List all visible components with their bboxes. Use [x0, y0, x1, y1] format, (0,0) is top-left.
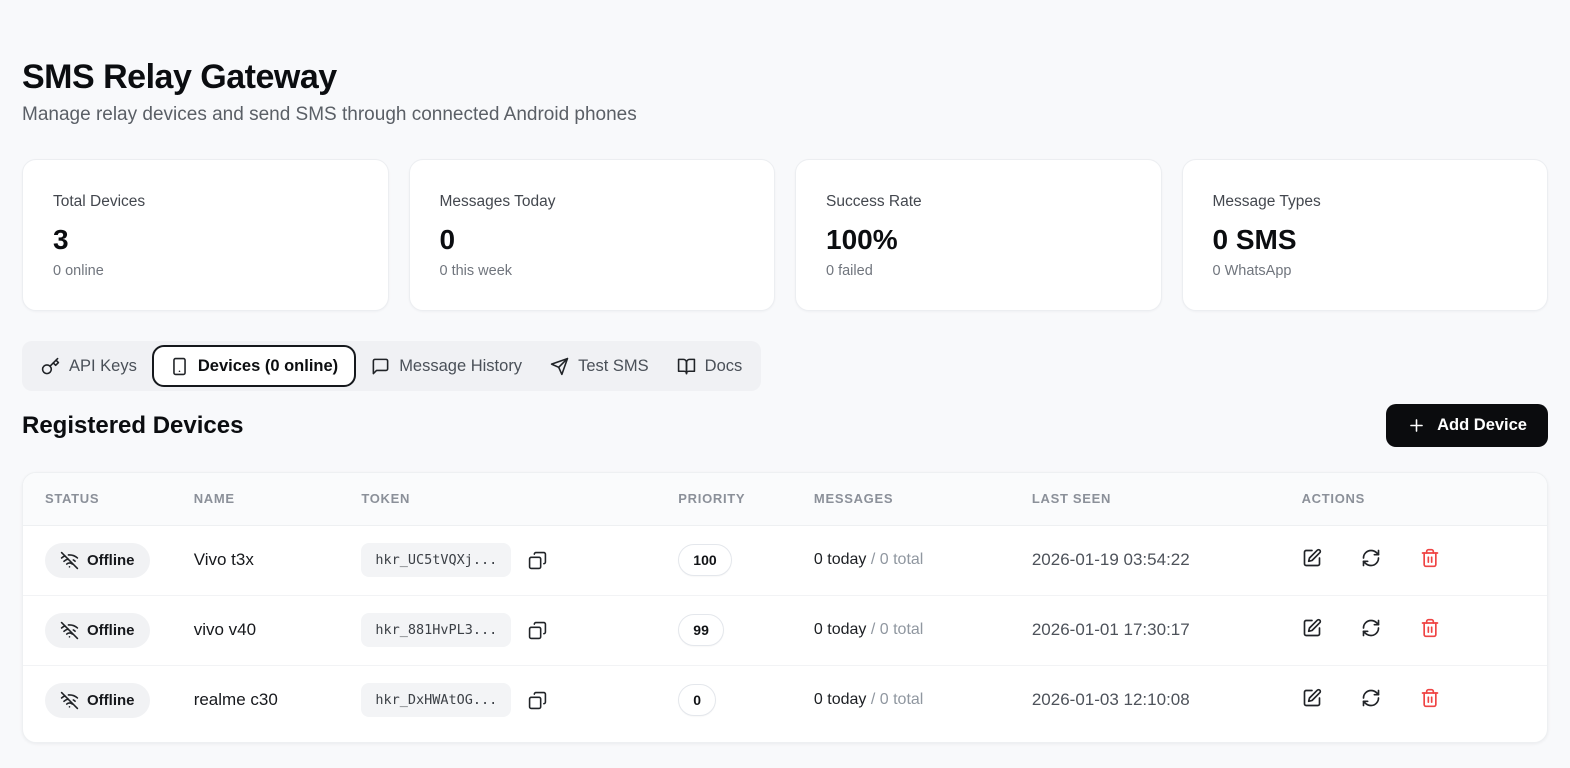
column-header-token: TOKEN	[361, 473, 678, 525]
stat-sub: 0 WhatsApp	[1213, 263, 1518, 279]
column-header-actions: ACTIONS	[1302, 473, 1547, 525]
copy-token-button[interactable]	[528, 691, 547, 710]
add-device-button[interactable]: Add Device	[1386, 404, 1548, 447]
status-badge: Offline	[45, 683, 150, 718]
key-icon	[41, 357, 60, 376]
tab-devices[interactable]: Devices (0 online)	[152, 345, 356, 387]
stats-row: Total Devices 3 0 online Messages Today …	[22, 159, 1548, 311]
token-value: hkr_UC5tVQXj...	[361, 543, 511, 577]
priority-badge: 99	[678, 614, 724, 646]
smartphone-icon	[170, 357, 189, 376]
stat-label: Success Rate	[826, 193, 1131, 211]
stat-value: 3	[53, 224, 358, 256]
stat-card-messages-today: Messages Today 0 0 this week	[409, 159, 776, 311]
tab-label: Test SMS	[578, 357, 649, 376]
stat-sub: 0 online	[53, 263, 358, 279]
edit-device-button[interactable]	[1302, 548, 1322, 568]
edit-device-button[interactable]	[1302, 688, 1322, 708]
messages-total: / 0 total	[871, 621, 923, 638]
stat-label: Total Devices	[53, 193, 358, 211]
column-header-last-seen: LAST SEEN	[1032, 473, 1302, 525]
wifi-off-icon	[60, 551, 79, 570]
stat-value: 0 SMS	[1213, 224, 1518, 256]
table-header-row: STATUS NAME TOKEN PRIORITY MESSAGES LAST…	[23, 473, 1547, 525]
last-seen: 2026-01-19 03:54:22	[1032, 550, 1190, 569]
page: SMS Relay Gateway Manage relay devices a…	[0, 0, 1570, 743]
delete-device-button[interactable]	[1420, 548, 1440, 568]
devices-section-header: Registered Devices Add Device	[22, 404, 1548, 447]
copy-token-button[interactable]	[528, 621, 547, 640]
copy-token-button[interactable]	[528, 551, 547, 570]
section-title: Registered Devices	[22, 412, 243, 440]
edit-device-button[interactable]	[1302, 618, 1322, 638]
stat-value: 100%	[826, 224, 1131, 256]
stat-card-success-rate: Success Rate 100% 0 failed	[795, 159, 1162, 311]
page-title: SMS Relay Gateway	[22, 58, 1548, 97]
status-label: Offline	[87, 552, 135, 569]
priority-badge: 100	[678, 544, 731, 576]
tab-api-keys[interactable]: API Keys	[28, 345, 150, 387]
messages-today: 0 today	[814, 621, 866, 638]
add-device-label: Add Device	[1437, 416, 1527, 435]
refresh-token-button[interactable]	[1361, 548, 1381, 568]
device-name: vivo v40	[194, 620, 256, 639]
send-icon	[550, 357, 569, 376]
tab-label: Devices (0 online)	[198, 357, 338, 376]
status-label: Offline	[87, 692, 135, 709]
token-value: hkr_881HvPL3...	[361, 613, 511, 647]
column-header-priority: PRIORITY	[678, 473, 814, 525]
status-badge: Offline	[45, 613, 150, 648]
chat-icon	[371, 357, 390, 376]
messages-total: / 0 total	[871, 691, 923, 708]
devices-table-card: STATUS NAME TOKEN PRIORITY MESSAGES LAST…	[22, 472, 1548, 743]
messages-today: 0 today	[814, 691, 866, 708]
refresh-token-button[interactable]	[1361, 688, 1381, 708]
tab-label: Message History	[399, 357, 522, 376]
tab-test-sms[interactable]: Test SMS	[537, 345, 662, 387]
page-subtitle: Manage relay devices and send SMS throug…	[22, 104, 1548, 126]
book-icon	[677, 357, 696, 376]
tab-label: Docs	[705, 357, 743, 376]
tab-docs[interactable]: Docs	[664, 345, 756, 387]
stat-card-total-devices: Total Devices 3 0 online	[22, 159, 389, 311]
device-name: Vivo t3x	[194, 550, 254, 569]
wifi-off-icon	[60, 621, 79, 640]
last-seen: 2026-01-03 12:10:08	[1032, 690, 1190, 709]
plus-icon	[1407, 416, 1426, 435]
priority-badge: 0	[678, 684, 716, 716]
table-row: Offline Vivo t3x hkr_UC5tVQXj... 100 0 t…	[23, 525, 1547, 595]
status-badge: Offline	[45, 543, 150, 578]
stat-card-message-types: Message Types 0 SMS 0 WhatsApp	[1182, 159, 1549, 311]
tab-bar: API Keys Devices (0 online) Message Hist…	[22, 341, 761, 391]
wifi-off-icon	[60, 691, 79, 710]
table-row: Offline vivo v40 hkr_881HvPL3... 99 0 to…	[23, 595, 1547, 665]
devices-table: STATUS NAME TOKEN PRIORITY MESSAGES LAST…	[23, 473, 1547, 735]
last-seen: 2026-01-01 17:30:17	[1032, 620, 1190, 639]
column-header-status: STATUS	[23, 473, 194, 525]
column-header-name: NAME	[194, 473, 362, 525]
refresh-token-button[interactable]	[1361, 618, 1381, 638]
stat-label: Message Types	[1213, 193, 1518, 211]
table-row: Offline realme c30 hkr_DxHWAtOG... 0 0 t…	[23, 665, 1547, 735]
device-table-body: Offline Vivo t3x hkr_UC5tVQXj... 100 0 t…	[23, 525, 1547, 735]
stat-sub: 0 this week	[440, 263, 745, 279]
status-label: Offline	[87, 622, 135, 639]
tab-label: API Keys	[69, 357, 137, 376]
column-header-messages: MESSAGES	[814, 473, 1032, 525]
device-name: realme c30	[194, 690, 278, 709]
delete-device-button[interactable]	[1420, 618, 1440, 638]
tab-message-history[interactable]: Message History	[358, 345, 535, 387]
stat-value: 0	[440, 224, 745, 256]
delete-device-button[interactable]	[1420, 688, 1440, 708]
stat-label: Messages Today	[440, 193, 745, 211]
token-value: hkr_DxHWAtOG...	[361, 683, 511, 717]
messages-today: 0 today	[814, 551, 866, 568]
messages-total: / 0 total	[871, 551, 923, 568]
stat-sub: 0 failed	[826, 263, 1131, 279]
